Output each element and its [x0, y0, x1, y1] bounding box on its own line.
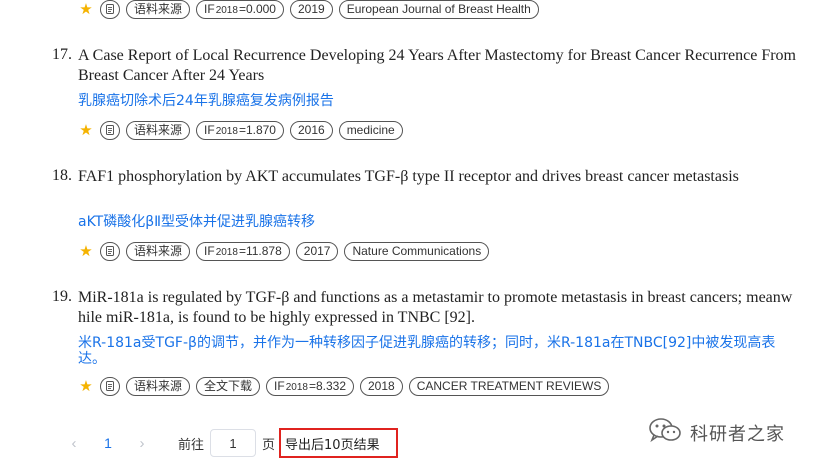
prev-page-chevron-icon[interactable]: ‹ — [60, 435, 88, 452]
watermark-text: 科研者之家 — [690, 423, 785, 445]
source-tag[interactable]: 语料来源 — [126, 376, 191, 396]
year-tag: 2019 — [289, 0, 333, 19]
star-icon[interactable]: ★ — [78, 2, 94, 17]
impact-factor-tag: IF 2018 =1.870 — [196, 120, 284, 140]
copy-icon[interactable] — [100, 376, 120, 396]
item-18-tags: ★ 语料来源 IF 2018 =11.878 2017 Nature Communi… — [78, 240, 490, 262]
copy-icon[interactable] — [100, 120, 120, 140]
fulltext-download-tag[interactable]: 全文下载 — [196, 376, 261, 396]
journal-tag[interactable]: European Journal of Breast Health — [338, 0, 539, 19]
journal-tag[interactable]: medicine — [338, 120, 403, 140]
next-page-chevron-icon[interactable]: › — [128, 435, 156, 452]
item-title[interactable]: MiR-181a is regulated by TGF-β and funct… — [78, 288, 798, 328]
journal-tag[interactable]: Nature Communications — [344, 241, 490, 261]
page-jump-input[interactable] — [210, 429, 257, 457]
watermark: 科研者之家 — [648, 416, 785, 449]
export-next-10-pages-button[interactable]: 导出后10页结果 — [279, 428, 398, 458]
item-title[interactable]: A Case Report of Local Recurrence Develo… — [78, 46, 798, 86]
page-number-current[interactable]: 1 — [98, 435, 118, 451]
source-tag[interactable]: 语料来源 — [126, 241, 191, 261]
year-tag: 2017 — [295, 241, 339, 261]
item-16-tags: ★ 语料来源 IF 2018 =0.000 2019 European Journa… — [78, 0, 539, 20]
star-icon[interactable]: ★ — [78, 123, 94, 138]
page-unit-label: 页 — [262, 437, 276, 453]
item-number: 17. — [52, 46, 72, 63]
star-icon[interactable]: ★ — [78, 244, 94, 259]
source-tag[interactable]: 语料来源 — [126, 120, 191, 140]
item-translation[interactable]: aKT磷酸化βⅡ型受体并促进乳腺癌转移 — [78, 214, 798, 230]
year-tag: 2018 — [360, 376, 403, 396]
star-icon[interactable]: ★ — [78, 379, 94, 394]
item-translation[interactable]: 米R-181a受TGF-β的调节，并作为一种转移因子促进乳腺癌的转移；同时，米R… — [78, 335, 798, 367]
copy-icon[interactable] — [100, 241, 120, 261]
copy-icon[interactable] — [100, 0, 120, 19]
item-17-tags: ★ 语料来源 IF 2018 =1.870 2016 medicine — [78, 119, 403, 141]
pagination: ‹ 1 › 前往 页 导出后10页结果 — [60, 428, 398, 458]
item-translation[interactable]: 乳腺癌切除术后24年乳腺癌复发病例报告 — [78, 93, 798, 109]
journal-tag[interactable]: CANCER TREATMENT REVIEWS — [408, 376, 610, 396]
item-19-tags: ★ 语料来源 全文下载 IF 2018 =8.332 2018 CANCER TRE… — [78, 375, 610, 397]
goto-label: 前往 — [178, 437, 205, 453]
source-tag[interactable]: 语料来源 — [126, 0, 191, 19]
wechat-icon — [648, 416, 682, 449]
impact-factor-tag: IF 2018 =0.000 — [196, 0, 284, 19]
impact-factor-tag: IF 2018 =8.332 — [266, 376, 354, 396]
year-tag: 2016 — [289, 120, 333, 140]
item-number: 18. — [52, 167, 72, 184]
impact-factor-tag: IF 2018 =11.878 — [196, 241, 290, 261]
item-title[interactable]: FAF1 phosphorylation by AKT accumulates … — [78, 167, 798, 187]
item-number: 19. — [52, 288, 72, 305]
